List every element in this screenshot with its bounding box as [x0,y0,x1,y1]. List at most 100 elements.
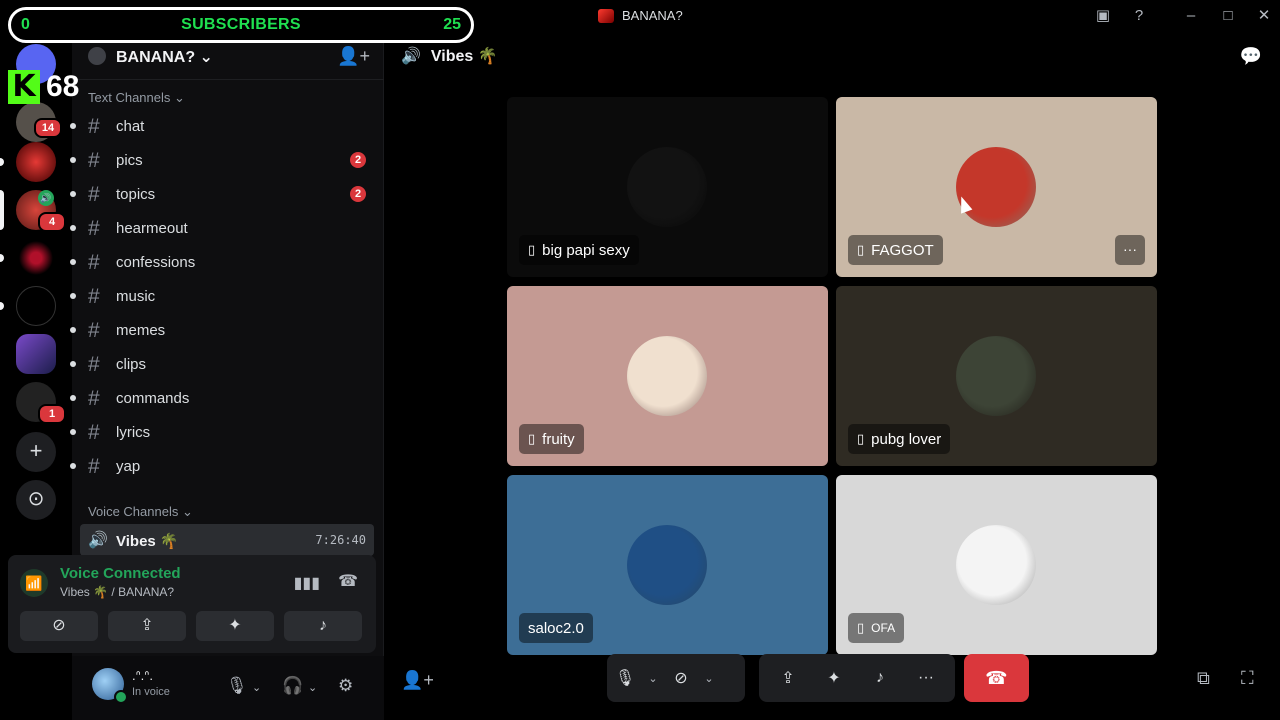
microphone-icon[interactable]: 🎙 [607,668,643,688]
camera-off-button[interactable]: ⊘ [20,611,98,641]
mobile-phone-icon: ▯ [857,620,865,635]
mobile-phone-icon: ▯ [857,431,865,446]
unread-dot [70,157,76,163]
username[interactable]: .ᐢ.ᐢ. [132,668,153,684]
channel-pics[interactable]: # pics 2 [70,144,376,176]
more-options-icon[interactable]: ··· [908,669,944,687]
channel-mention-badge: 2 [350,152,366,168]
server-name[interactable]: BANANA? ⌄ [116,47,213,67]
channel-confessions[interactable]: # confessions [70,246,376,278]
participant-tile[interactable]: ▯ FAGGOT ··· [836,97,1157,277]
mobile-phone-icon: ▯ [857,242,865,257]
explore-button[interactable]: ⊙ [16,480,56,520]
kick-overlay: K 68 [8,70,79,104]
maximize-icon[interactable]: □ [1219,7,1237,25]
headphones-icon[interactable]: 🎧 [282,676,303,696]
mention-badge: 1 [38,404,66,424]
channel-chat[interactable]: # chat [70,110,376,142]
help-icon[interactable]: ? [1130,7,1148,25]
kick-logo: K [8,70,40,104]
participant-name-tag: ▯ big papi sexy [519,235,639,265]
user-panel: .ᐢ.ᐢ. In voice 🎙 ⌄ 🎧 ⌄ ⚙ [72,656,384,720]
leave-call-button[interactable]: ☎ [964,654,1029,702]
popout-icon[interactable]: ⧉ [1197,668,1210,689]
channel-yap[interactable]: # yap [70,450,376,482]
channel-commands[interactable]: # commands [70,382,376,414]
participant-name-tag: ▯ pubg lover [848,424,951,454]
voice-timer: 7:26:40 [315,533,366,547]
participant-name: FAGGOT [871,241,934,259]
chevron-down-icon[interactable]: ⌄ [699,672,719,685]
subscriber-goal: 25 [443,16,461,33]
inbox-icon[interactable]: ▣ [1094,7,1112,25]
channel-label: lyrics [116,424,151,441]
server-avatar [88,47,106,65]
chat-bubble-icon[interactable]: 💬 [1240,46,1262,67]
soundboard-button[interactable]: ♪ [284,611,362,641]
disconnect-icon[interactable]: ☎ [338,571,358,591]
chevron-down-icon[interactable]: ⌄ [643,672,663,685]
add-server-button[interactable]: + [16,432,56,472]
channel-clips[interactable]: # clips [70,348,376,380]
screen-share-button[interactable]: ⇪ [108,611,186,641]
microphone-icon[interactable]: 🎙 [226,676,248,696]
hash-icon: # [88,387,100,410]
hash-icon: # [88,115,100,138]
noise-suppression-icon[interactable]: ▮▮▮ [294,573,320,593]
participant-name: big papi sexy [542,241,630,259]
hash-icon: # [88,353,100,376]
server-icon [598,8,614,23]
chevron-down-icon[interactable]: ⌄ [308,681,317,694]
hash-icon: # [88,183,100,206]
text-channels-category[interactable]: Text Channels ⌄ [88,90,185,106]
participant-tile[interactable]: saloc2.0 [507,475,828,655]
server-icon-socialize[interactable] [16,334,56,374]
channel-memes[interactable]: # memes [70,314,376,346]
chevron-down-icon[interactable]: ⌄ [252,681,261,694]
settings-gear-icon[interactable]: ⚙ [338,676,353,696]
voice-status[interactable]: Voice Connected [60,565,181,582]
server-icon-2[interactable] [16,142,56,182]
voice-location[interactable]: Vibes 🌴 / BANANA? [60,585,174,599]
hash-icon: # [88,217,100,240]
voice-channels-category[interactable]: Voice Channels ⌄ [88,504,193,520]
minimize-icon[interactable]: – [1182,7,1200,25]
unread-dot [70,327,76,333]
participant-tile[interactable]: ▯ pubg lover [836,286,1157,466]
fullscreen-icon[interactable]: ⛶ [1241,668,1254,689]
channel-hearmeout[interactable]: # hearmeout [70,212,376,244]
voice-stage: 🔊 Vibes 🌴 💬 ▯ big papi sexy ▯ FAGGOT ··· ▯ fru… [385,32,1280,720]
channel-topics[interactable]: # topics 2 [70,178,376,210]
unread-dot [70,361,76,367]
close-icon[interactable]: ✕ [1255,7,1273,25]
speaker-icon: 🔊 [88,532,108,549]
avatar [627,336,707,416]
tile-more-options-button[interactable]: ··· [1115,235,1145,265]
unread-dot [70,259,76,265]
participant-tile[interactable]: ▯ big papi sexy [507,97,828,277]
invite-to-voice-icon[interactable]: 👤+ [401,670,434,691]
channel-lyrics[interactable]: # lyrics [70,416,376,448]
hash-icon: # [88,319,100,342]
signal-icon[interactable]: 📶 [20,569,48,597]
unread-dot [70,123,76,129]
invite-people-icon[interactable]: 👤+ [337,46,370,67]
hash-icon: # [88,285,100,308]
activities-icon[interactable]: ✦ [816,668,852,688]
subscriber-label: SUBSCRIBERS [181,16,301,33]
server-icon-4[interactable] [16,286,56,326]
channel-music[interactable]: # music [70,280,376,312]
channel-mention-badge: 2 [350,186,366,202]
activities-button[interactable]: ✦ [196,611,274,641]
soundboard-icon[interactable]: ♪ [862,669,898,687]
hash-icon: # [88,149,100,172]
server-icon-3[interactable] [16,238,56,278]
voice-channel-vibes[interactable]: 🔊 Vibes 🌴 7:26:40 [80,524,374,556]
voice-connected-panel: 📶 Voice Connected Vibes 🌴 / BANANA? ▮▮▮ … [8,555,376,653]
unread-dot [70,191,76,197]
participant-tile[interactable]: ▯ fruity [507,286,828,466]
unread-dot [70,429,76,435]
participant-tile[interactable]: ▯ OFA [836,475,1157,655]
camera-off-icon[interactable]: ⊘ [663,668,699,688]
screen-share-icon[interactable]: ⇪ [770,668,806,688]
